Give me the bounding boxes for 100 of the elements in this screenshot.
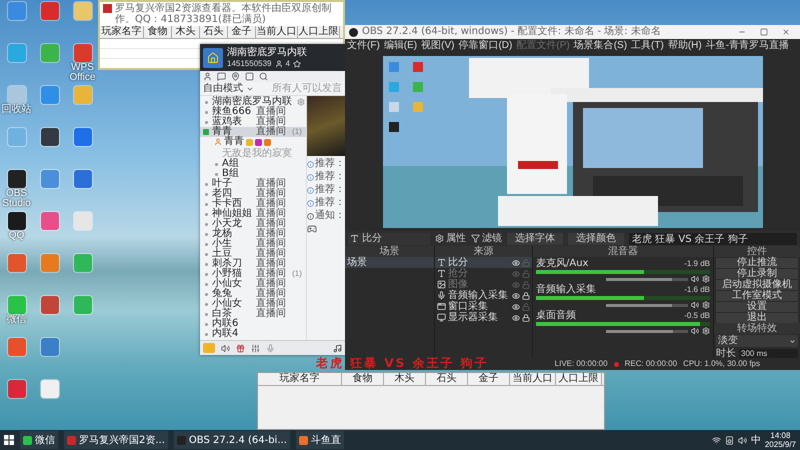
channel-name[interactable]: B组	[222, 169, 264, 179]
taskbar-item[interactable]: 斗鱼直	[296, 431, 344, 449]
menu-item[interactable]: 停靠窗口(D)	[458, 40, 512, 52]
star-icon[interactable]	[292, 60, 301, 68]
volume-slider[interactable]	[606, 278, 688, 280]
windows-logo-icon[interactable]	[4, 435, 14, 445]
channel-row[interactable]: 小野猫 直播间 (1)	[200, 269, 306, 279]
channel-name[interactable]: A组	[222, 159, 264, 169]
text-field[interactable]: 老虎 狂暴 VS 余王子 狗子	[629, 232, 797, 244]
expander-icon[interactable]	[204, 202, 208, 206]
app-icon[interactable]	[40, 128, 58, 146]
pin-icon[interactable]	[231, 72, 240, 81]
channel-row[interactable]: 小仙女 直播间	[200, 299, 306, 309]
expander-icon[interactable]	[204, 222, 208, 226]
maximize-icon[interactable]	[760, 28, 768, 36]
menu-item[interactable]: 文件(F)	[347, 40, 380, 52]
control-button[interactable]: 停止录制	[716, 269, 798, 279]
volume-icon[interactable]	[738, 436, 747, 444]
speaker-icon[interactable]	[691, 327, 699, 335]
lock-icon[interactable]	[522, 292, 530, 300]
channel-row[interactable]: 青青 直播间 (1)	[200, 127, 306, 137]
unlock-icon[interactable]	[522, 280, 530, 288]
channel-row[interactable]: 神仙姐姐 直播间	[200, 209, 306, 219]
expander-icon[interactable]	[204, 312, 208, 316]
channel-row[interactable]: 刺杀刀 直播间	[200, 259, 306, 269]
sliders-icon[interactable]	[251, 344, 260, 352]
volume-slider[interactable]	[606, 304, 688, 306]
taskbar-item[interactable]: 微信	[20, 431, 58, 449]
menu-item[interactable]: 斗鱼-青青罗马直播	[706, 40, 790, 52]
expander-icon[interactable]	[204, 212, 208, 216]
user-name[interactable]: 青青	[224, 137, 244, 147]
speaker-icon[interactable]	[691, 275, 699, 283]
expander-icon[interactable]	[204, 262, 208, 266]
menu-item[interactable]: 帮助(H)	[668, 40, 702, 52]
duration-field[interactable]: 300 ms	[739, 349, 798, 359]
menu-item[interactable]: 工具(T)	[631, 40, 664, 52]
source-row[interactable]: 显示器采集	[435, 312, 532, 323]
control-button[interactable]: 设置	[716, 302, 798, 312]
app-icon[interactable]	[8, 170, 26, 188]
expander-icon[interactable]	[204, 232, 208, 236]
channel-row[interactable]: 叶子 直播间	[200, 179, 306, 189]
channel-row[interactable]: 小仙女 直播间	[200, 279, 306, 289]
speaker-icon[interactable]	[691, 301, 699, 309]
expander-icon[interactable]	[204, 332, 208, 336]
channel-row[interactable]: 小生 直播间	[200, 239, 306, 249]
expander-icon[interactable]	[204, 182, 208, 186]
channel-row[interactable]: 兔兔 直播间	[200, 289, 306, 299]
app-icon[interactable]	[8, 212, 26, 230]
message-icon[interactable]	[217, 72, 226, 81]
lock-icon[interactable]	[522, 314, 530, 322]
channel-row[interactable]: 内联6	[200, 319, 306, 329]
control-button[interactable]: 退出	[716, 313, 798, 323]
menu-item[interactable]: 场景集合(S)	[574, 40, 628, 52]
channel-row[interactable]: 卡卡西 直播间	[200, 199, 306, 209]
control-button[interactable]: 停止推流	[716, 258, 798, 268]
control-button[interactable]: 工作室模式	[716, 291, 798, 301]
app-logo-icon[interactable]	[203, 343, 215, 353]
search-icon[interactable]	[259, 72, 268, 81]
channel-row[interactable]: 老四 直播间	[200, 189, 306, 199]
font-button[interactable]: 选择字体	[507, 232, 563, 244]
expander-icon[interactable]	[204, 120, 208, 124]
music-icon[interactable]	[333, 344, 342, 352]
expander-icon[interactable]	[203, 129, 209, 135]
user-icon[interactable]	[203, 72, 212, 81]
channel-row[interactable]: 辣鱼666 直播间	[200, 107, 306, 117]
wifi-icon[interactable]	[712, 436, 721, 444]
filters-button[interactable]: 滤镜	[471, 232, 502, 244]
menu-item[interactable]: 编辑(E)	[384, 40, 418, 52]
channel-row[interactable]: 内联4	[200, 329, 306, 339]
expander-icon[interactable]	[204, 110, 208, 114]
expander-icon[interactable]	[204, 322, 208, 326]
channel-name[interactable]: 湖南密底罗马内联	[212, 97, 292, 107]
expander-icon[interactable]	[204, 192, 208, 196]
control-button[interactable]: 启动虚拟摄像机	[716, 280, 798, 290]
channel-row[interactable]: 小天龙 直播间	[200, 219, 306, 229]
gamepad-icon[interactable]	[307, 224, 317, 234]
channel-row[interactable]: 蓝鸡表 直播间	[200, 117, 306, 127]
transition-select[interactable]: 淡变	[716, 335, 798, 347]
expander-icon[interactable]	[204, 282, 208, 286]
channel-row[interactable]: 土豆 直播间	[200, 249, 306, 259]
close-icon[interactable]	[782, 28, 790, 36]
expander-icon[interactable]	[204, 242, 208, 246]
channel-row[interactable]: 白茶 直播间	[200, 309, 306, 319]
taskbar-item[interactable]: OBS 27.2.4 (64-bi...	[174, 431, 290, 449]
scene-item[interactable]: 场景	[345, 257, 434, 268]
color-button[interactable]: 选择颜色	[568, 232, 624, 244]
clock[interactable]: 14:08 2025/9/7	[764, 431, 796, 449]
taskbar-item[interactable]: 罗马复兴帝国2资...	[64, 431, 168, 449]
properties-button[interactable]: 属性	[435, 232, 466, 244]
menu-item[interactable]: 视图(V)	[421, 40, 454, 52]
volume-slider[interactable]	[606, 330, 688, 332]
microphone-icon[interactable]	[266, 344, 275, 352]
square-icon[interactable]	[245, 72, 254, 81]
mode-dropdown[interactable]: 自由模式	[203, 83, 243, 94]
expander-icon[interactable]	[204, 252, 208, 256]
speaker-icon[interactable]	[221, 344, 230, 352]
source-row[interactable]: 音频输入采集	[435, 290, 532, 301]
input-method[interactable]: 中	[750, 434, 761, 446]
unlock-icon[interactable]	[522, 270, 530, 278]
gift-icon[interactable]	[236, 344, 245, 352]
